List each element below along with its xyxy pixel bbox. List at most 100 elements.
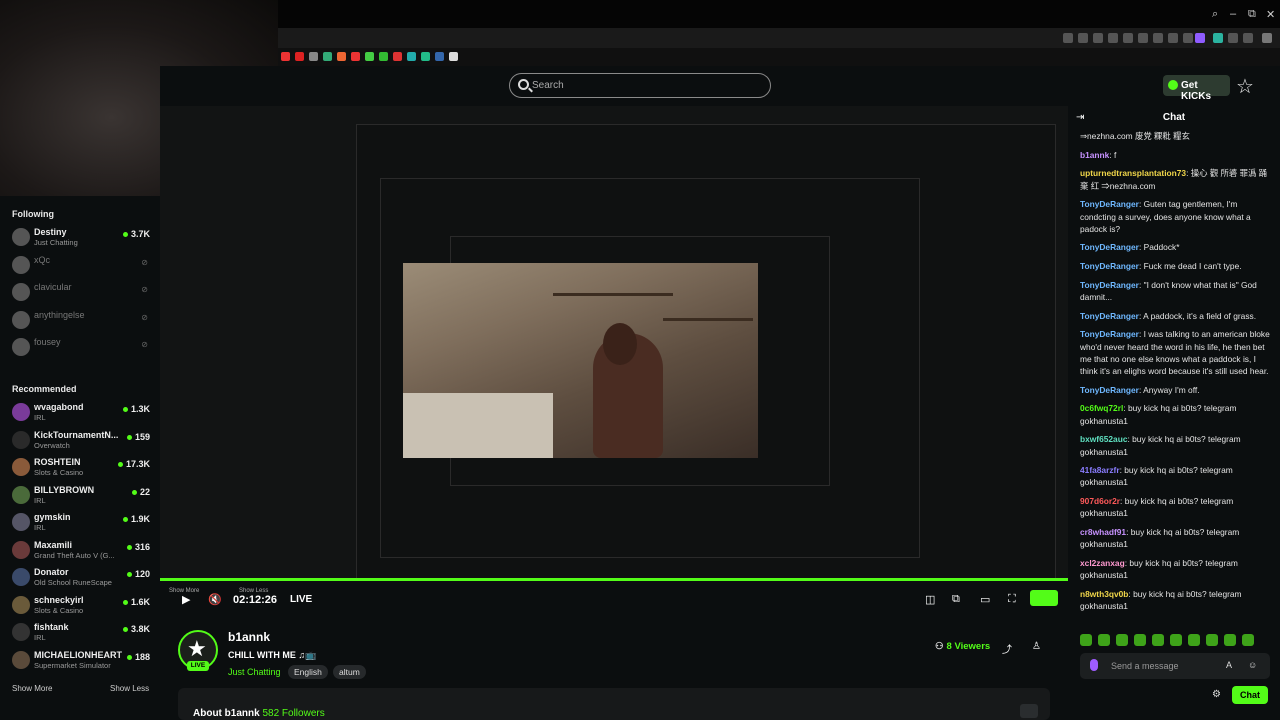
chat-username[interactable]: xcl2zanxag: [1080, 558, 1125, 568]
emoji-icon[interactable]: ☺: [1248, 660, 1257, 670]
bookmark-icon[interactable]: [281, 52, 290, 61]
show-less-button[interactable]: Show Less: [110, 684, 149, 693]
emote-icon[interactable]: [1116, 634, 1128, 646]
bookmark-icon[interactable]: [379, 52, 388, 61]
chat-username[interactable]: 907d6or2r: [1080, 496, 1120, 506]
chat-username[interactable]: upturnedtransplantation73: [1080, 168, 1186, 178]
bookmark-icon[interactable]: [393, 52, 402, 61]
bookmark-icon[interactable]: [449, 52, 458, 61]
emote-icon[interactable]: [1134, 634, 1146, 646]
chat-username[interactable]: n8wth3qv0b: [1080, 589, 1128, 599]
tag-english[interactable]: English: [288, 665, 328, 679]
emote-icon[interactable]: [1224, 634, 1236, 646]
chat-username[interactable]: TonyDeRanger: [1080, 242, 1139, 252]
extension-icon[interactable]: [1078, 33, 1088, 43]
extension-icon[interactable]: [1138, 33, 1148, 43]
extension-icon[interactable]: [1213, 33, 1223, 43]
bookmark-icon[interactable]: [323, 52, 332, 61]
follow-icon[interactable]: ♙: [1032, 641, 1041, 652]
avatar: [12, 458, 30, 476]
emote-icon[interactable]: [1188, 634, 1200, 646]
sidebar-recommended-item[interactable]: wvagabond IRL 1.3K: [12, 401, 152, 423]
sidebar-following-item[interactable]: clavicular ⊘: [12, 281, 152, 303]
viewer-count-text: 1.3K: [130, 404, 150, 414]
sidebar-following-item[interactable]: anythingelse ⊘: [12, 309, 152, 331]
extension-icon[interactable]: [1168, 33, 1178, 43]
streamer-name[interactable]: b1annk: [228, 630, 270, 644]
extension-icon[interactable]: [1243, 33, 1253, 43]
chat-username[interactable]: TonyDeRanger: [1080, 199, 1139, 209]
extension-icon[interactable]: [1153, 33, 1163, 43]
sidebar-recommended-item[interactable]: schneckyirl Slots & Casino 1.6K: [12, 594, 152, 616]
extension-icon[interactable]: [1228, 33, 1238, 43]
chat-username[interactable]: TonyDeRanger: [1080, 261, 1139, 271]
show-more-button[interactable]: Show More: [12, 684, 52, 693]
emote-icon[interactable]: [1170, 634, 1182, 646]
maximize-icon[interactable]: ⧉: [1248, 8, 1256, 21]
minimize-icon[interactable]: –: [1230, 8, 1236, 20]
chat-username[interactable]: 41fa8arzfr: [1080, 465, 1120, 475]
share-icon[interactable]: ⤴: [1002, 641, 1012, 656]
chat-username[interactable]: TonyDeRanger: [1080, 329, 1139, 339]
extension-icon[interactable]: [1123, 33, 1133, 43]
sidebar-recommended-item[interactable]: BILLYBROWN IRL 22: [12, 484, 152, 506]
chat-username[interactable]: TonyDeRanger: [1080, 385, 1139, 395]
search-input[interactable]: Search: [509, 73, 771, 98]
bookmark-icon[interactable]: [337, 52, 346, 61]
menu-icon[interactable]: [1262, 33, 1272, 43]
emote-icon[interactable]: [1152, 634, 1164, 646]
chat-username[interactable]: bxwf652auc: [1080, 434, 1127, 444]
chat-message-input[interactable]: Send a message A ☺: [1080, 653, 1270, 679]
chat-username[interactable]: TonyDeRanger: [1080, 280, 1139, 290]
get-kicks-button[interactable]: Get KICKs: [1163, 75, 1230, 102]
emote-icon[interactable]: [1098, 634, 1110, 646]
play-icon[interactable]: ▶: [182, 593, 190, 606]
stream-category[interactable]: Just Chatting: [228, 667, 281, 677]
fullscreen-icon[interactable]: ⛶: [1008, 593, 1016, 606]
search-icon[interactable]: ⌕: [1212, 8, 1218, 21]
translate-icon[interactable]: A: [1226, 660, 1232, 670]
sidebar-recommended-item[interactable]: Donator Old School RuneScape 120: [12, 566, 152, 588]
theater-mode-icon[interactable]: ▭: [980, 593, 990, 606]
sidebar-following-item[interactable]: xQc ⊘: [12, 254, 152, 276]
chat-username[interactable]: b1annk: [1080, 150, 1109, 160]
extension-icon[interactable]: [1093, 33, 1103, 43]
pip-icon[interactable]: ◫: [925, 593, 935, 606]
bookmark-icon[interactable]: [421, 52, 430, 61]
bookmark-icon[interactable]: [407, 52, 416, 61]
bookmark-icon[interactable]: [351, 52, 360, 61]
settings-button[interactable]: [1030, 590, 1058, 606]
sidebar-recommended-item[interactable]: MICHAELIONHEART Supermarket Simulator 188: [12, 649, 152, 671]
sidebar-following-item[interactable]: Destiny Just Chatting 3.7K: [12, 226, 152, 248]
shelf: [553, 293, 673, 296]
emote-icon[interactable]: [1206, 634, 1218, 646]
clip-icon[interactable]: ⧉: [952, 593, 960, 606]
chat-username[interactable]: TonyDeRanger: [1080, 311, 1139, 321]
extension-icon[interactable]: [1195, 33, 1205, 43]
extension-icon[interactable]: [1063, 33, 1073, 43]
edit-icon[interactable]: [1020, 704, 1038, 718]
sidebar-following-item[interactable]: fousey ⊘: [12, 336, 152, 358]
sidebar-item-name: Maxamili: [34, 539, 73, 550]
mute-icon[interactable]: 🔇: [208, 593, 222, 606]
chat-settings-icon[interactable]: ⚙: [1212, 689, 1221, 700]
extension-icon[interactable]: [1108, 33, 1118, 43]
sidebar-recommended-item[interactable]: ROSHTEIN Slots & Casino 17.3K: [12, 456, 152, 478]
chat-username[interactable]: cr8whadf91: [1080, 527, 1126, 537]
bookmark-icon[interactable]: [435, 52, 444, 61]
emote-icon[interactable]: [1242, 634, 1254, 646]
sidebar-recommended-item[interactable]: gymskin IRL 1.9K: [12, 511, 152, 533]
bookmark-icon[interactable]: [365, 52, 374, 61]
extension-icon[interactable]: [1183, 33, 1193, 43]
chat-send-button[interactable]: Chat: [1232, 686, 1268, 704]
star-icon[interactable]: ☆: [1236, 74, 1254, 99]
close-icon[interactable]: ✕: [1266, 8, 1275, 21]
chat-username[interactable]: 0c6fwq72rl: [1080, 403, 1123, 413]
emote-icon[interactable]: [1080, 634, 1092, 646]
tag-altum[interactable]: altum: [333, 665, 366, 679]
bookmark-icon[interactable]: [295, 52, 304, 61]
sidebar-recommended-item[interactable]: Maxamili Grand Theft Auto V (G... 316: [12, 539, 152, 561]
bookmark-icon[interactable]: [309, 52, 318, 61]
sidebar-recommended-item[interactable]: KickTournamentN... Overwatch 159: [12, 429, 152, 451]
sidebar-recommended-item[interactable]: fishtank IRL 3.8K: [12, 621, 152, 643]
